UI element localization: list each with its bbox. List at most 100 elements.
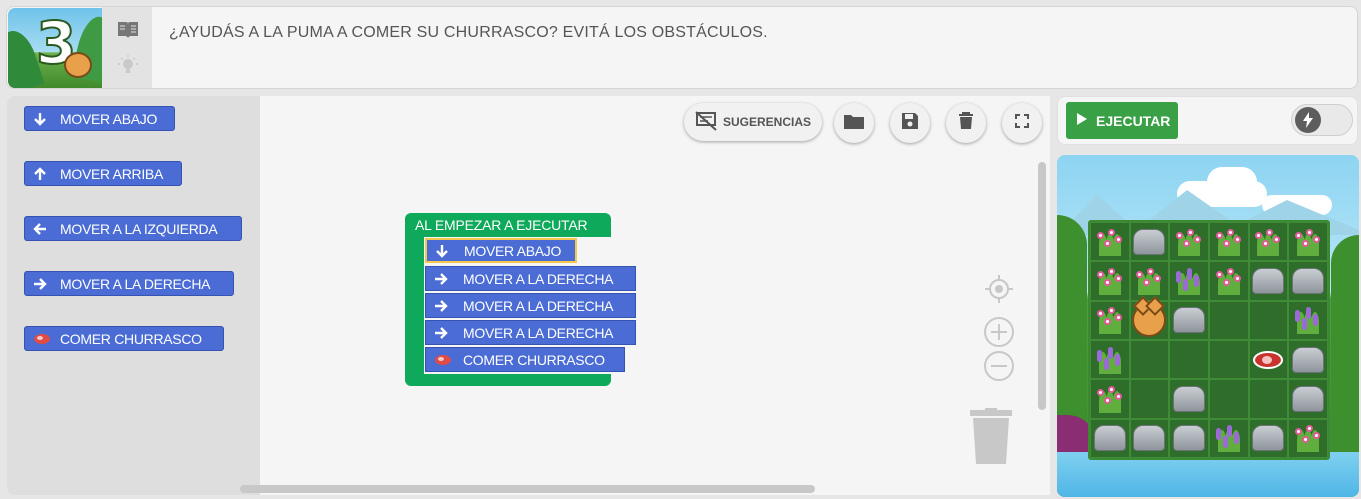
- workspace-vertical-scrollbar[interactable]: [1038, 162, 1046, 410]
- recenter-icon[interactable]: [983, 273, 1015, 310]
- grid-cell: [1248, 222, 1289, 262]
- toolbox-block-move-right[interactable]: MOVER A LA DERECHA: [24, 271, 234, 296]
- lavender-bush-obstacle: [1174, 267, 1204, 295]
- grid-cell: [1288, 379, 1328, 419]
- flower-bush-obstacle: [1095, 385, 1125, 413]
- steak-goal: [1253, 350, 1284, 369]
- toolbox-block-eat-steak[interactable]: COMER CHURRASCO: [24, 326, 224, 351]
- rock-obstacle: [1173, 307, 1206, 334]
- rock-obstacle: [1292, 346, 1325, 373]
- grid-cell: [1129, 379, 1170, 419]
- folder-icon: [843, 112, 865, 135]
- zoom-in-icon[interactable]: [983, 316, 1015, 353]
- grid-cell: [1288, 418, 1328, 458]
- fullscreen-button[interactable]: [1002, 103, 1042, 143]
- challenge-header: 3 ¿AYUDÁS A LA PUMA A COMER SU CHURRASCO…: [6, 6, 1358, 89]
- save-button[interactable]: [890, 103, 930, 143]
- suggestions-button[interactable]: SUGERENCIAS: [684, 103, 822, 141]
- flower-bush-obstacle: [1214, 228, 1244, 256]
- header-side-panel: [102, 7, 152, 88]
- run-button[interactable]: EJECUTAR: [1066, 102, 1178, 139]
- toolbox-block-move-down[interactable]: MOVER ABAJO: [24, 106, 175, 131]
- game-grid: [1088, 220, 1330, 460]
- open-folder-button[interactable]: [834, 103, 874, 143]
- arrow-right-icon: [434, 272, 454, 286]
- flower-bush-obstacle: [1293, 424, 1323, 453]
- rock-obstacle: [1093, 425, 1126, 452]
- trash-icon: [958, 111, 974, 135]
- grid-cell: [1169, 339, 1209, 380]
- arrow-up-icon: [33, 166, 53, 181]
- program-block-move-right[interactable]: MOVER A LA DERECHA: [425, 320, 636, 345]
- fullscreen-icon: [1015, 113, 1029, 133]
- grid-cell: [1090, 339, 1130, 380]
- block-label: COMER CHURRASCO: [60, 330, 202, 347]
- book-icon[interactable]: [116, 20, 140, 45]
- rock-obstacle: [1133, 425, 1166, 452]
- challenge-statement: ¿AYUDÁS A LA PUMA A COMER SU CHURRASCO? …: [169, 24, 768, 41]
- lightning-icon: [1295, 107, 1321, 133]
- program-block-move-right[interactable]: MOVER A LA DERECHA: [425, 293, 636, 318]
- grid-cell: [1090, 379, 1130, 419]
- arrow-right-icon: [434, 299, 454, 313]
- grid-cell: [1129, 261, 1170, 301]
- grid-cell: [1090, 261, 1130, 301]
- grid-cell: [1209, 339, 1249, 380]
- grid-cell: [1209, 222, 1249, 262]
- lavender-bush-obstacle: [1293, 306, 1323, 335]
- grid-cell: [1169, 300, 1209, 340]
- suggestions-label: SUGERENCIAS: [722, 115, 811, 129]
- workspace-horizontal-scrollbar[interactable]: [240, 485, 815, 493]
- rock-obstacle: [1133, 228, 1166, 255]
- rock-obstacle: [1292, 267, 1325, 294]
- program-block-eat-steak[interactable]: COMER CHURRASCO: [425, 347, 625, 372]
- toolbox-block-move-up[interactable]: MOVER ARRIBA: [24, 161, 182, 186]
- flower-bush-obstacle: [1293, 228, 1323, 256]
- grid-cell: [1090, 222, 1130, 262]
- turbo-toggle[interactable]: [1291, 104, 1353, 136]
- rock-obstacle: [1252, 267, 1285, 294]
- lightbulb-icon[interactable]: [118, 55, 138, 82]
- block-label: MOVER ABAJO: [60, 110, 158, 127]
- save-icon: [901, 112, 919, 135]
- rock-obstacle: [1292, 385, 1325, 412]
- arrow-right-icon: [33, 277, 53, 291]
- grid-cell: [1288, 261, 1328, 301]
- block-label: MOVER A LA DERECHA: [463, 324, 614, 341]
- blocks-workspace[interactable]: [260, 96, 1050, 495]
- grid-cell: [1169, 222, 1209, 262]
- program-block-move-right[interactable]: MOVER A LA DERECHA: [425, 266, 636, 291]
- play-icon: [1076, 112, 1088, 129]
- grid-cell: [1248, 339, 1289, 380]
- grid-cell: [1209, 418, 1249, 458]
- puma-character: [1132, 303, 1167, 338]
- block-label: MOVER A LA DERECHA: [60, 275, 211, 292]
- grid-cell: [1209, 261, 1249, 301]
- flower-bush-obstacle: [1174, 228, 1204, 256]
- toolbox-block-move-left[interactable]: MOVER A LA IZQUIERDA: [24, 216, 242, 241]
- program-block-move-down[interactable]: MOVER ABAJO: [425, 238, 577, 263]
- rock-obstacle: [1252, 425, 1285, 452]
- grid-cell: [1288, 300, 1328, 340]
- grid-cell: [1248, 418, 1289, 458]
- arrow-down-icon: [435, 244, 455, 258]
- grid-cell: [1248, 379, 1289, 419]
- flower-bush-obstacle: [1253, 228, 1283, 256]
- workspace-trash-icon[interactable]: [970, 408, 1012, 469]
- grid-cell: [1129, 418, 1170, 458]
- zoom-out-icon[interactable]: [983, 350, 1015, 387]
- block-label: MOVER A LA DERECHA: [463, 270, 614, 287]
- arrow-down-icon: [33, 112, 53, 126]
- delete-button[interactable]: [946, 103, 986, 143]
- grid-cell: [1129, 300, 1170, 340]
- lavender-bush-obstacle: [1095, 346, 1125, 374]
- block-label: COMER CHURRASCO: [463, 351, 605, 368]
- grid-cell: [1209, 300, 1249, 340]
- no-comment-icon: [695, 110, 717, 134]
- grid-cell: [1169, 379, 1209, 419]
- steak-icon: [33, 333, 53, 345]
- arrow-right-icon: [434, 326, 454, 340]
- grid-cell: [1129, 339, 1170, 380]
- block-label: MOVER ARRIBA: [60, 165, 163, 182]
- grid-cell: [1209, 379, 1249, 419]
